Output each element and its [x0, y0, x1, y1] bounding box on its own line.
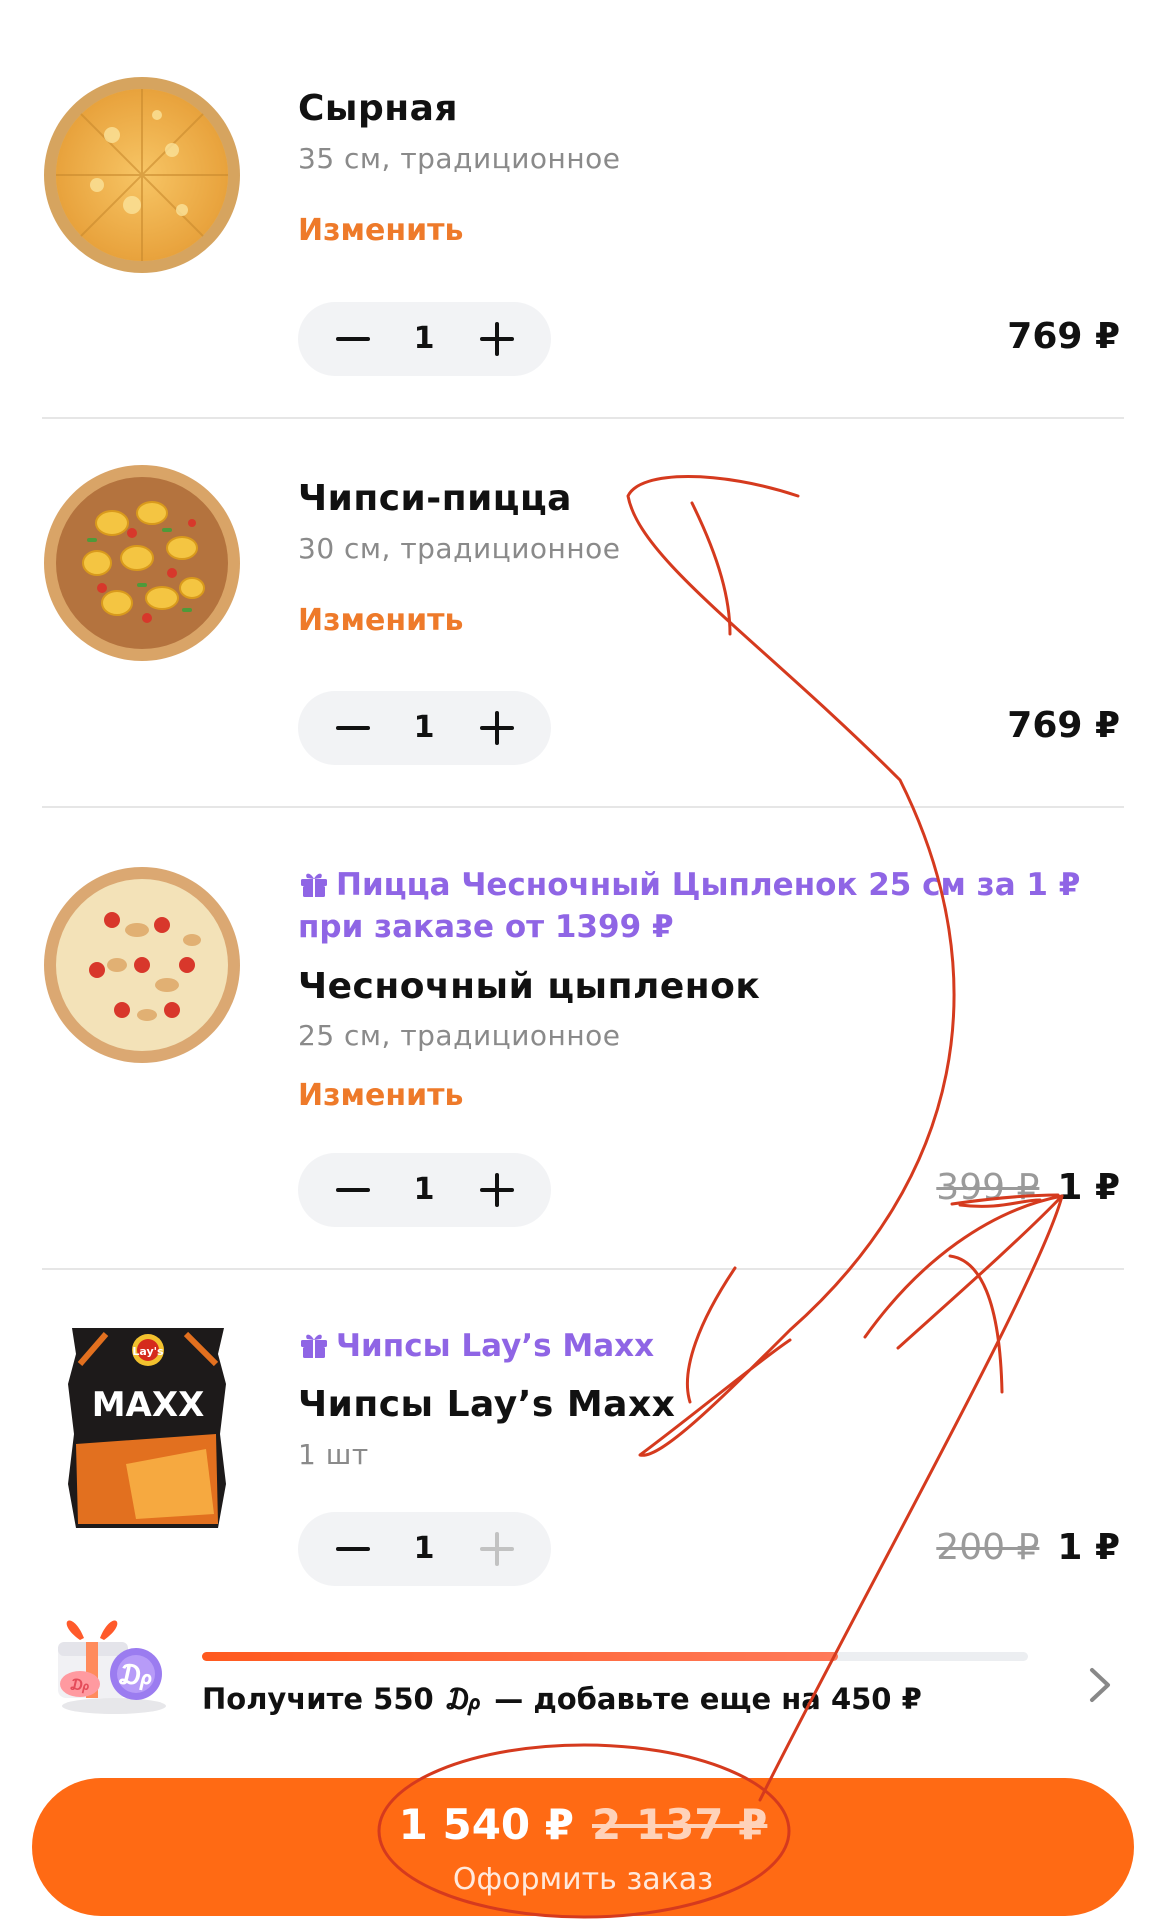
bonus-progress-track: [202, 1652, 1028, 1661]
item-price: 769 ₽: [1007, 705, 1120, 746]
item-title: Сырная: [298, 88, 459, 129]
change-button[interactable]: Изменить: [298, 1078, 464, 1113]
chips-pizza-image: [44, 465, 240, 661]
order-total: 1 540 ₽ 2 137 ₽: [32, 1800, 1134, 1849]
divider: [42, 1268, 1124, 1270]
gift-icon: [301, 1334, 327, 1358]
svg-text:₯: ₯: [69, 1675, 91, 1694]
item-price: 399 ₽ 1 ₽: [936, 1167, 1120, 1208]
promo-label: Пицца Чесночный Цыпленок 25 см за 1 ₽ пр…: [298, 864, 1118, 948]
divider: [42, 806, 1124, 808]
gift-box-dodocoin-icon: ₯ ₯: [58, 1620, 166, 1714]
item-title: Чипси-пицца: [298, 478, 572, 519]
change-button[interactable]: Изменить: [298, 213, 464, 248]
price-current: 1 ₽: [1057, 1527, 1120, 1568]
decrease-quantity-button[interactable]: [316, 302, 390, 376]
quantity-stepper: 1: [298, 1153, 551, 1227]
item-price: 200 ₽ 1 ₽: [936, 1527, 1120, 1568]
bonus-progress-banner[interactable]: ₯ ₯ Получите 550 ₯ — добавьте еще на 450…: [0, 1590, 1166, 1720]
increase-quantity-button[interactable]: [460, 1512, 534, 1586]
decrease-quantity-button[interactable]: [316, 1153, 390, 1227]
quantity-stepper: 1: [298, 691, 551, 765]
pack-brand: Lay's: [132, 1345, 164, 1358]
checkout-button[interactable]: 1 540 ₽ 2 137 ₽ Оформить заказ: [32, 1778, 1134, 1916]
lays-maxx-pack-image: Lay's MAXX: [68, 1328, 226, 1528]
quantity-value: 1: [413, 1531, 435, 1566]
increase-quantity-button[interactable]: [460, 1153, 534, 1227]
quantity-value: 1: [413, 710, 435, 745]
price-current: 769 ₽: [1007, 705, 1120, 746]
item-subtitle: 25 см, традиционное: [298, 1019, 621, 1052]
decrease-quantity-button[interactable]: [316, 691, 390, 765]
price-old: 200 ₽: [936, 1527, 1040, 1568]
item-price: 769 ₽: [1007, 316, 1120, 357]
garlic-chicken-pizza-image: [44, 867, 240, 1063]
quantity-value: 1: [413, 321, 435, 356]
bonus-text: Получите 550 ₯ — добавьте еще на 450 ₽: [202, 1682, 922, 1716]
bonus-progress-fill: [202, 1652, 839, 1661]
quantity-stepper: 1: [298, 302, 551, 376]
pack-name: MAXX: [92, 1385, 205, 1425]
quantity-stepper: 1: [298, 1512, 551, 1586]
item-title: Чипсы Lay’s Maxx: [298, 1384, 676, 1425]
price-old: 399 ₽: [936, 1167, 1040, 1208]
promo-label: Чипсы Lay’s Maxx: [298, 1325, 1118, 1367]
change-button[interactable]: Изменить: [298, 603, 464, 638]
divider: [42, 417, 1124, 419]
increase-quantity-button[interactable]: [460, 302, 534, 376]
gift-icon: [301, 873, 327, 897]
total-old: 2 137 ₽: [592, 1800, 768, 1849]
checkout-label: Оформить заказ: [452, 1862, 714, 1897]
item-title: Чесночный цыпленок: [298, 966, 761, 1007]
chevron-right-icon[interactable]: [1080, 1666, 1118, 1704]
decrease-quantity-button[interactable]: [316, 1512, 390, 1586]
price-current: 1 ₽: [1057, 1167, 1120, 1208]
item-subtitle: 35 см, традиционное: [298, 142, 621, 175]
promo-text: Чипсы Lay’s Maxx: [336, 1328, 655, 1364]
svg-text:₯: ₯: [117, 1658, 156, 1691]
promo-text: Пицца Чесночный Цыпленок 25 см за 1 ₽ пр…: [298, 867, 1081, 945]
item-subtitle: 1 шт: [298, 1438, 369, 1471]
cheese-pizza-image: [44, 77, 240, 273]
price-current: 769 ₽: [1007, 316, 1120, 357]
increase-quantity-button[interactable]: [460, 691, 534, 765]
item-subtitle: 30 см, традиционное: [298, 532, 621, 565]
total-current: 1 540 ₽: [398, 1800, 574, 1849]
quantity-value: 1: [413, 1172, 435, 1207]
